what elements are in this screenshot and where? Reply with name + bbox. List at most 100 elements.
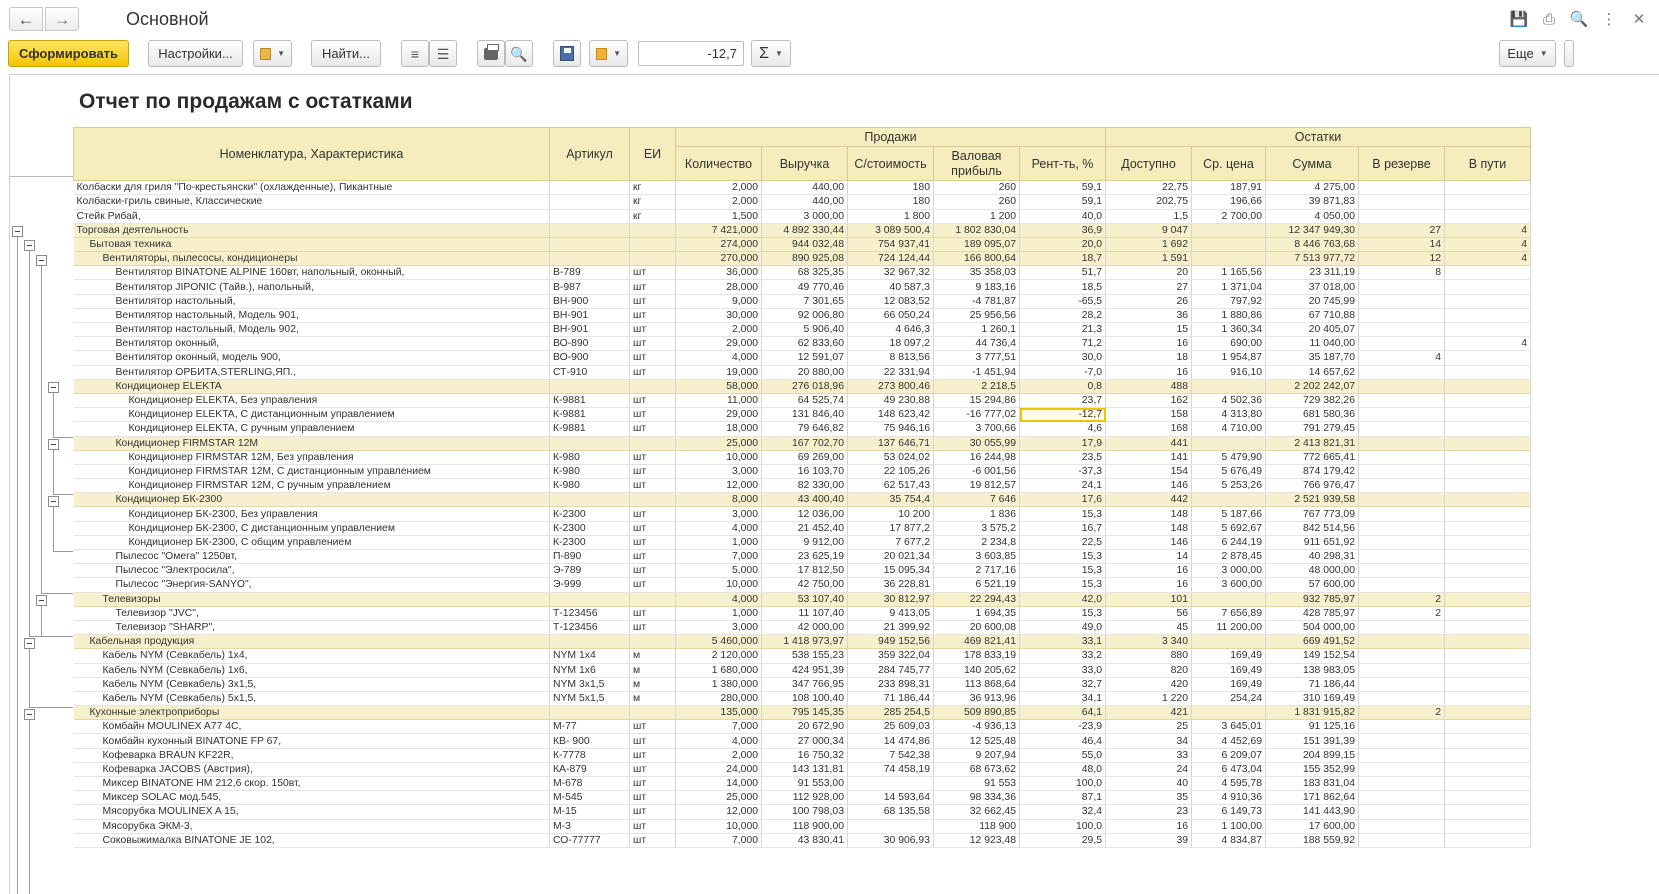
cell-transit[interactable]	[1444, 804, 1531, 820]
cell-avg-price[interactable]: 5 479,90	[1191, 450, 1266, 465]
cell-name[interactable]: Кабель NYM (Севкабель) 3х1,5,	[73, 677, 550, 692]
cell-sum[interactable]: 669 491,52	[1265, 634, 1359, 650]
cell-unit[interactable]: шт	[629, 478, 676, 494]
cell-reserve[interactable]: 2	[1358, 606, 1445, 621]
cell-unit[interactable]: шт	[629, 506, 676, 522]
cell-name[interactable]: Пылесос "Электросила",	[73, 563, 550, 579]
cell-sum[interactable]: 772 665,41	[1265, 450, 1359, 465]
cell-sum[interactable]: 729 382,26	[1265, 393, 1359, 409]
cell-reserve[interactable]	[1358, 549, 1445, 565]
cell-sum[interactable]: 67 710,88	[1265, 308, 1359, 324]
cell-revenue[interactable]: 143 131,81	[761, 762, 848, 778]
cell-margin[interactable]: -23,9	[1019, 719, 1106, 735]
cell-revenue[interactable]: 23 625,19	[761, 549, 848, 565]
cell-article[interactable]	[549, 223, 630, 238]
cell-cost[interactable]: 284 745,77	[847, 663, 934, 678]
cell-unit[interactable]	[629, 634, 676, 650]
cell-article[interactable]	[549, 194, 630, 210]
cell-margin[interactable]: 17,6	[1019, 492, 1106, 508]
cell-avg-price[interactable]: 1 360,34	[1191, 322, 1266, 338]
cell-available[interactable]: 18	[1105, 350, 1192, 366]
cell-reserve[interactable]	[1358, 308, 1445, 324]
cell-available[interactable]: 33	[1105, 748, 1192, 763]
cell-transit[interactable]	[1444, 521, 1531, 536]
find-button[interactable]: Найти...	[311, 40, 381, 67]
cell-gross-profit[interactable]: 44 736,4	[933, 336, 1020, 352]
cell-cost[interactable]: 15 095,34	[847, 563, 934, 579]
cell-transit[interactable]	[1444, 592, 1531, 607]
cell-margin[interactable]: 49,0	[1019, 620, 1106, 636]
cell-name[interactable]: Телевизор "SHARP",	[73, 620, 550, 636]
cell-available[interactable]: 36	[1105, 308, 1192, 324]
cell-revenue[interactable]: 118 900,00	[761, 819, 848, 834]
cell-revenue[interactable]: 53 107,40	[761, 592, 848, 607]
cell-avg-price[interactable]: 187,91	[1191, 180, 1266, 196]
cell-gross-profit[interactable]: 20 600,08	[933, 620, 1020, 636]
cell-transit[interactable]	[1444, 790, 1531, 806]
cell-margin[interactable]: 21,3	[1019, 322, 1106, 338]
cell-qty[interactable]: 29,000	[675, 336, 762, 352]
sum-button[interactable]: Σ ▼	[751, 40, 791, 67]
cell-revenue[interactable]: 42 000,00	[761, 620, 848, 636]
cell-margin[interactable]: 15,3	[1019, 563, 1106, 579]
cell-reserve[interactable]	[1358, 365, 1445, 380]
cell-sum[interactable]: 23 311,19	[1265, 265, 1359, 281]
cell-cost[interactable]: 17 877,2	[847, 521, 934, 536]
table-row[interactable]: Колбаски для гриля "По-крестьянски" (охл…	[73, 180, 1531, 196]
cell-avg-price[interactable]: 4 910,36	[1191, 790, 1266, 806]
cell-available[interactable]: 141	[1105, 450, 1192, 465]
cell-revenue[interactable]: 49 770,46	[761, 279, 848, 295]
cell-revenue[interactable]: 62 833,60	[761, 336, 848, 352]
cell-article[interactable]: NYM 5х1,5	[549, 691, 630, 707]
cell-qty[interactable]: 11,000	[675, 393, 762, 409]
cell-gross-profit[interactable]: 12 923,48	[933, 833, 1020, 848]
cell-cost[interactable]: 359 322,04	[847, 648, 934, 664]
cell-unit[interactable]: шт	[629, 606, 676, 621]
cell-margin[interactable]: 15,3	[1019, 606, 1106, 621]
table-row[interactable]: Пылесос "Омега" 1250вт, П-890 шт 7,000 23 62…	[73, 549, 1531, 565]
save-icon[interactable]: 💾	[1509, 9, 1529, 29]
send-mail-button[interactable]: ▼	[589, 40, 628, 67]
cell-article[interactable]: М-545	[549, 790, 630, 806]
collapse-group-toggle[interactable]	[48, 439, 59, 451]
cell-margin[interactable]: -12,7	[1019, 407, 1106, 423]
cell-cost[interactable]: 14 474,86	[847, 733, 934, 749]
cell-revenue[interactable]: 12 591,07	[761, 350, 848, 366]
cell-gross-profit[interactable]: 260	[933, 194, 1020, 210]
group-row[interactable]: Бытовая техника 274,000 944 032,48 754 937,…	[73, 237, 1531, 253]
cell-unit[interactable]	[629, 251, 676, 267]
cell-margin[interactable]: 20,0	[1019, 237, 1106, 253]
cell-reserve[interactable]	[1358, 691, 1445, 707]
table-row[interactable]: Кондиционер БК-2300, С общим управлением…	[73, 535, 1531, 551]
cell-margin[interactable]: 64,1	[1019, 705, 1106, 721]
cell-gross-profit[interactable]: 16 244,98	[933, 450, 1020, 465]
variants-button[interactable]: ▼	[253, 40, 292, 67]
cell-sum[interactable]: 2 413 821,31	[1265, 436, 1359, 451]
cell-revenue[interactable]: 21 452,40	[761, 521, 848, 536]
cell-sum[interactable]: 17 600,00	[1265, 819, 1359, 834]
table-row[interactable]: Кондиционер ELEKTA, Без управления К-9881…	[73, 393, 1531, 409]
cell-transit[interactable]	[1444, 322, 1531, 338]
cell-qty[interactable]: 4,000	[675, 521, 762, 536]
cell-revenue[interactable]: 7 301,65	[761, 294, 848, 309]
cell-cost[interactable]: 9 413,05	[847, 606, 934, 621]
table-row[interactable]: Вентилятор JIPONIC (Тайв.), напольный, В-…	[73, 279, 1531, 295]
cell-cost[interactable]: 62 517,43	[847, 478, 934, 494]
cell-qty[interactable]: 36,000	[675, 265, 762, 281]
cell-unit[interactable]	[629, 379, 676, 394]
cell-sum[interactable]: 48 000,00	[1265, 563, 1359, 579]
cell-revenue[interactable]: 1 418 973,97	[761, 634, 848, 650]
cell-reserve[interactable]	[1358, 563, 1445, 579]
cell-sum[interactable]: 14 657,62	[1265, 365, 1359, 380]
cell-name[interactable]: Комбайн кухонный BINATONE FP 67,	[73, 733, 550, 749]
print-preview-button[interactable]: 🔍	[505, 40, 533, 67]
cell-name[interactable]: Вентилятор JIPONIC (Тайв.), напольный,	[73, 279, 550, 295]
cell-unit[interactable]: шт	[629, 322, 676, 338]
table-row[interactable]: Кабель NYM (Севкабель) 3х1,5, NYM 3х1,5 м 1…	[73, 677, 1531, 692]
cell-gross-profit[interactable]: 25 956,56	[933, 308, 1020, 324]
cell-sum[interactable]: 35 187,70	[1265, 350, 1359, 366]
cell-transit[interactable]: 4	[1444, 251, 1531, 267]
cell-cost[interactable]: 10 200	[847, 506, 934, 522]
cell-unit[interactable]: шт	[629, 308, 676, 324]
cell-avg-price[interactable]: 169,49	[1191, 648, 1266, 664]
